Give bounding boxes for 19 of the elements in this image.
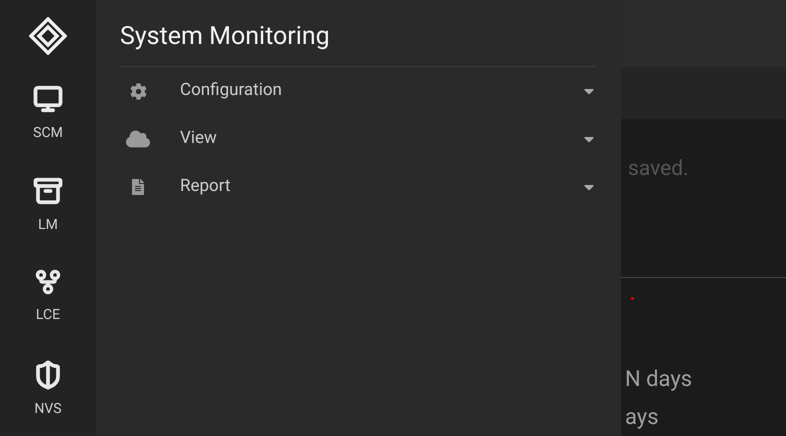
document-icon (130, 179, 146, 195)
box-icon (33, 176, 63, 206)
rail-item[interactable]: SCM (0, 63, 96, 155)
rail-item[interactable]: LM (0, 155, 96, 247)
option-text: N days (625, 366, 694, 394)
panel-title: System Monitoring (120, 21, 331, 53)
branch-icon (34, 268, 62, 296)
menu-item[interactable]: View (96, 115, 621, 163)
menu-item[interactable]: Report (96, 163, 621, 211)
message-text: saved. (628, 157, 689, 181)
logo-icon (29, 17, 67, 55)
menu-item[interactable]: Configuration (96, 67, 621, 115)
rail-item[interactable]: NVS (0, 339, 96, 431)
monitor-icon (33, 84, 63, 114)
rail-item[interactable]: LCE (0, 247, 96, 339)
option-text: ays (625, 404, 660, 432)
required-marker (631, 297, 634, 300)
settings-icon (130, 82, 146, 100)
shield-icon (33, 360, 63, 390)
